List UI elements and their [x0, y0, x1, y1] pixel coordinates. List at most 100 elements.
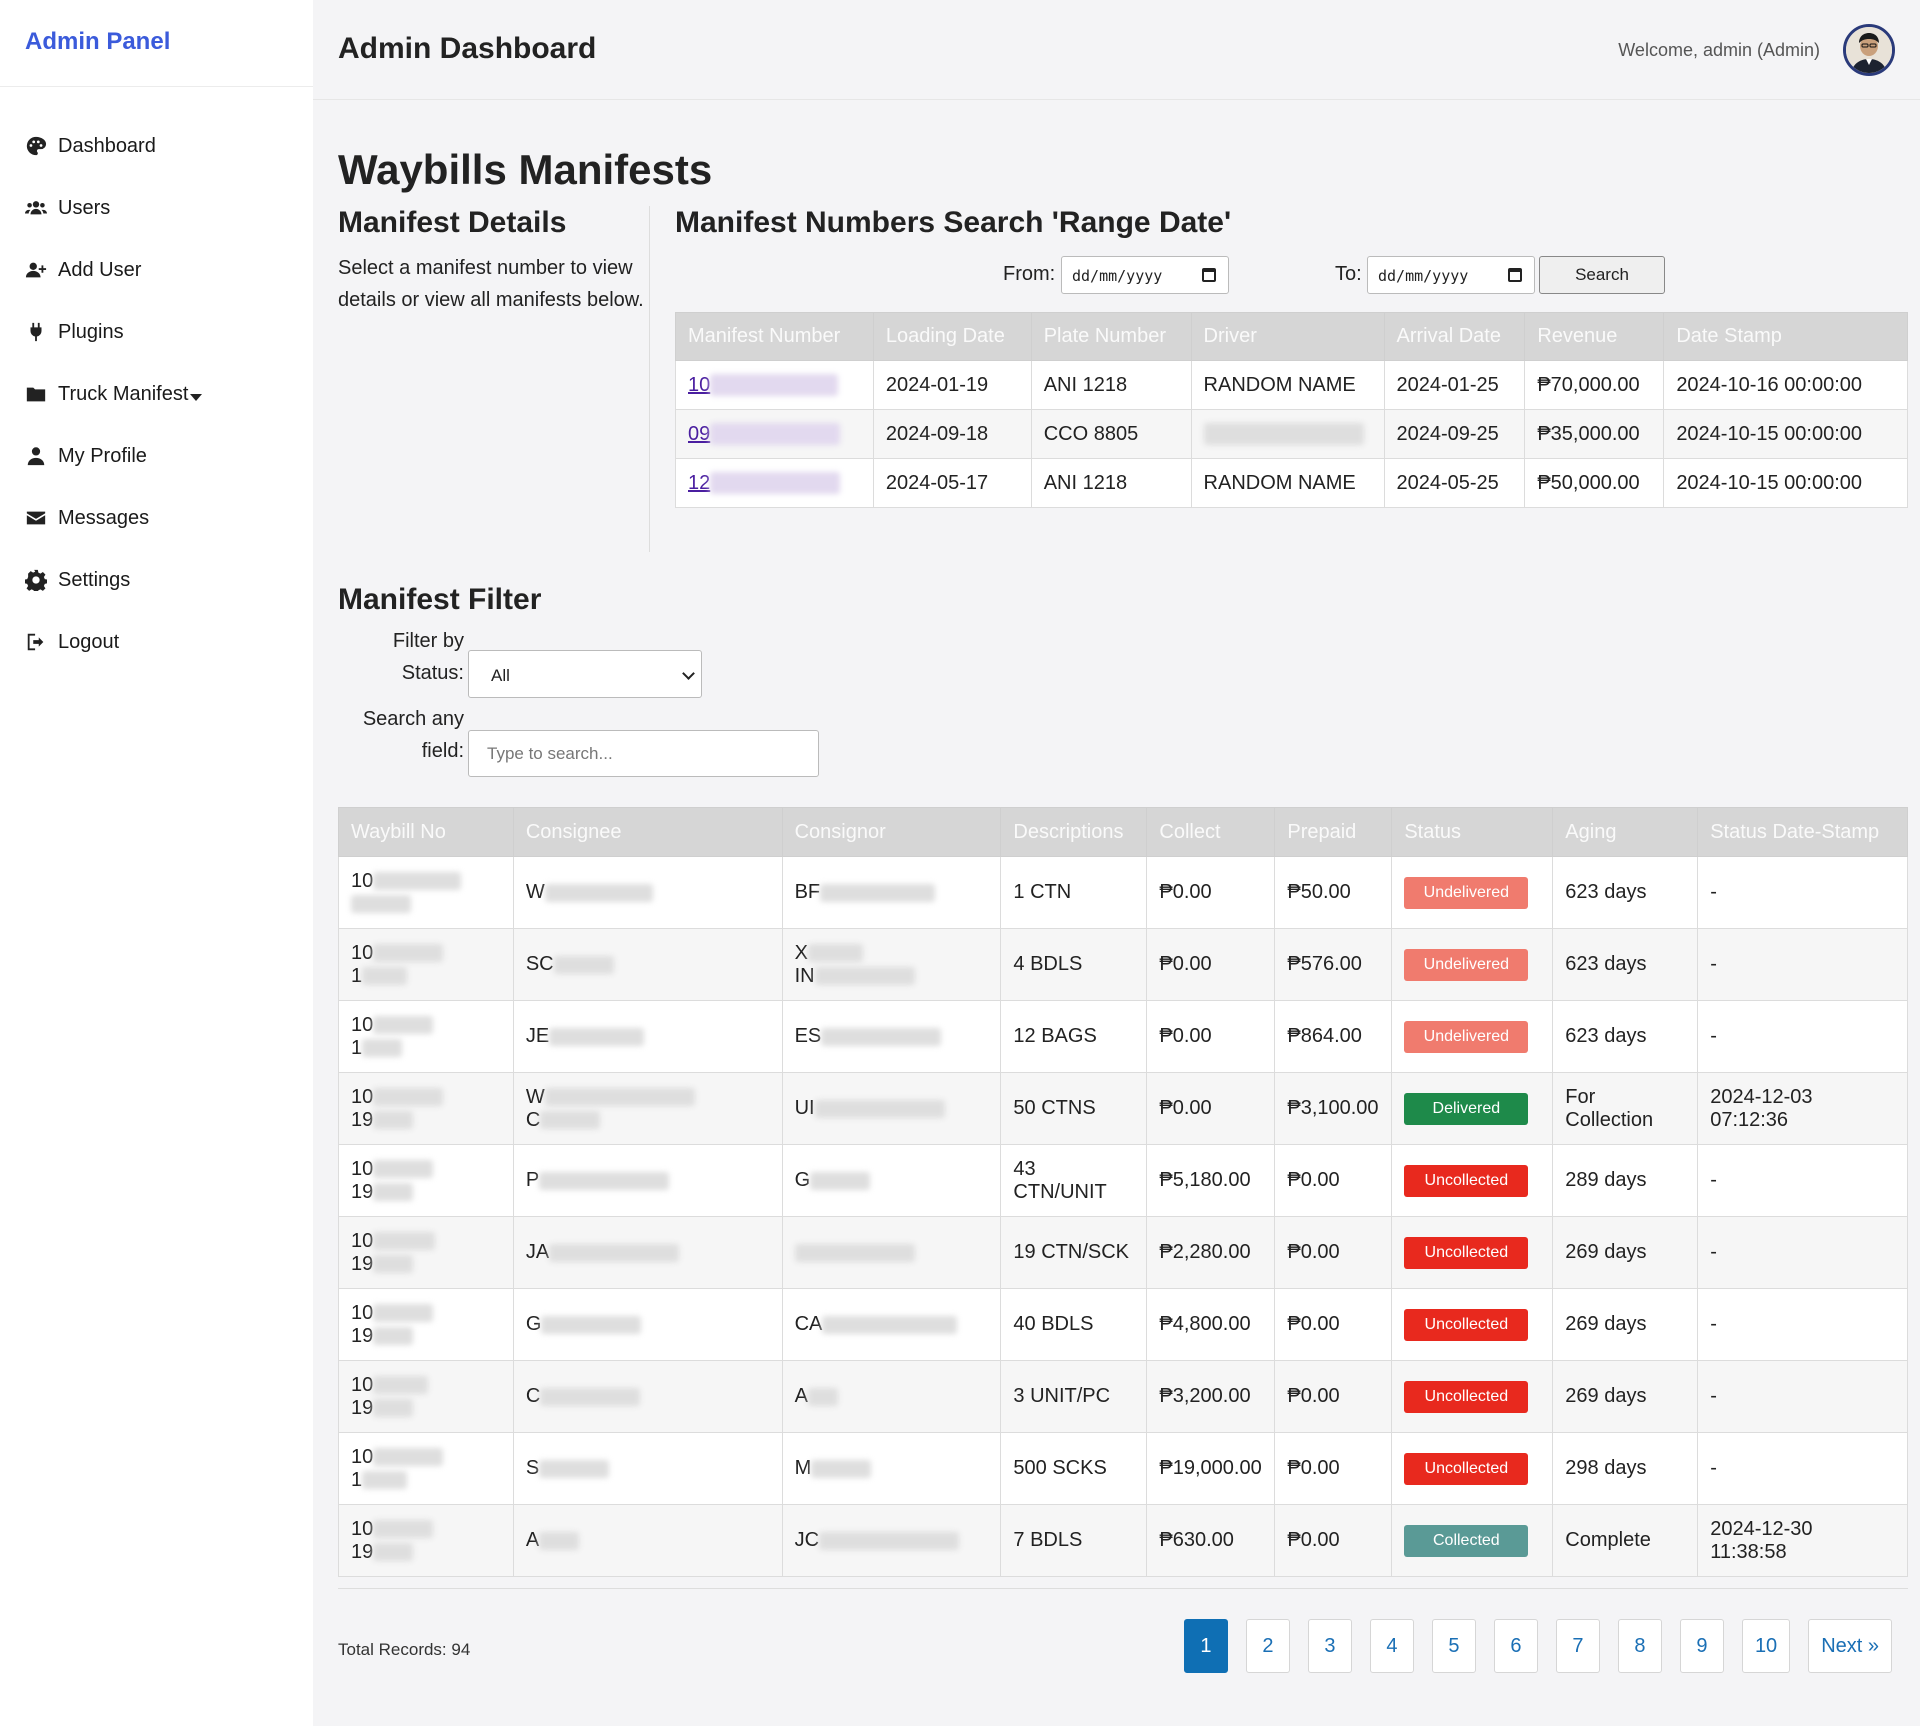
- manifest-link[interactable]: 10: [688, 374, 710, 396]
- sidebar-item-dashboard[interactable]: Dashboard: [0, 115, 313, 177]
- redacted-text: [373, 1255, 414, 1274]
- table-cell: 2024-09-18: [872, 409, 1032, 459]
- search-input[interactable]: [468, 730, 819, 777]
- table-row[interactable]: 10 19 A JC 7 BDLS ₱630.00 ₱0.00 Collected Comple…: [338, 1504, 1908, 1577]
- page-button-6[interactable]: 6: [1493, 1619, 1538, 1673]
- sidebar-item-my-profile[interactable]: My Profile: [0, 425, 313, 487]
- manifest-numbers-table: Manifest Number Loading Date Plate Numbe…: [675, 312, 1908, 508]
- waybill-no-cell[interactable]: 10 1: [338, 1432, 514, 1505]
- page-button-4[interactable]: 4: [1369, 1619, 1414, 1673]
- column-header[interactable]: Waybill No: [338, 807, 514, 857]
- cell-line: -: [1710, 1313, 1895, 1336]
- calendar-icon[interactable]: [1202, 268, 1216, 282]
- waybill-no-cell[interactable]: 10 19: [338, 1216, 514, 1289]
- waybill-no-cell[interactable]: 10 1: [338, 1000, 514, 1073]
- column-header[interactable]: Prepaid: [1274, 807, 1393, 857]
- cell-text: 623 days: [1565, 881, 1647, 903]
- brand-title[interactable]: Admin Panel: [0, 0, 313, 87]
- page-button-3[interactable]: 3: [1307, 1619, 1352, 1673]
- table-row[interactable]: 10 1 SC X IN 4 BDLS ₱0.00 ₱576.00 Undelivered 623…: [338, 928, 1908, 1001]
- section-divider: [649, 206, 650, 552]
- waybill-no-cell[interactable]: 10 19: [338, 1144, 514, 1217]
- manifest-number-cell[interactable]: 09: [675, 409, 874, 459]
- sidebar-item-users[interactable]: Users: [0, 177, 313, 239]
- column-header[interactable]: Status Date-Stamp: [1697, 807, 1908, 857]
- waybill-no-cell[interactable]: 10 19: [338, 1504, 514, 1577]
- column-header[interactable]: Aging: [1552, 807, 1699, 857]
- status-select[interactable]: All: [468, 650, 702, 698]
- table-cell: ₱50,000.00: [1524, 458, 1665, 508]
- column-header[interactable]: Status: [1391, 807, 1554, 857]
- column-header[interactable]: Plate Number: [1030, 312, 1192, 361]
- cell-line: C: [526, 1385, 770, 1408]
- page-button-1[interactable]: 1: [1183, 1619, 1228, 1673]
- column-header[interactable]: Collect: [1146, 807, 1276, 857]
- footer-divider: [338, 1588, 1908, 1589]
- table-row[interactable]: 10 19 W C UI 50 CTNS ₱0.00 ₱3,100.00 Delivered Fo…: [338, 1072, 1908, 1145]
- redacted-text: [549, 1027, 645, 1046]
- column-header[interactable]: Consignor: [781, 807, 1002, 857]
- range-date-search: Manifest Numbers Search 'Range Date' Fro…: [675, 206, 1908, 508]
- page-button-2[interactable]: 2: [1245, 1619, 1290, 1673]
- table-row[interactable]: 10 1 JE ES 12 BAGS ₱0.00 ₱864.00 Undelivered 623…: [338, 1000, 1908, 1073]
- cell-line: -: [1710, 1025, 1895, 1048]
- column-header[interactable]: Manifest Number: [675, 312, 874, 361]
- waybill-no-cell[interactable]: 10 19: [338, 1288, 514, 1361]
- manifest-number-cell[interactable]: 12: [675, 458, 874, 508]
- sidebar-item-settings[interactable]: Settings: [0, 549, 313, 611]
- page-button-7[interactable]: 7: [1555, 1619, 1600, 1673]
- table-cell: 2024-10-16 00:00:00: [1663, 360, 1908, 410]
- from-date-input[interactable]: dd/mm/yyyy: [1061, 256, 1229, 294]
- next-page-button[interactable]: Next »: [1808, 1619, 1892, 1673]
- collect-cell: ₱0.00: [1146, 856, 1276, 929]
- sidebar-nav: Dashboard Users Add User Plugins Truck M…: [0, 87, 313, 673]
- table-row[interactable]: 10 19 G CA 40 BDLS ₱4,800.00 ₱0.00 Uncollected 2…: [338, 1288, 1908, 1361]
- column-header[interactable]: Date Stamp: [1663, 312, 1908, 361]
- table-cell: ₱35,000.00: [1524, 409, 1665, 459]
- cell-line: -: [1710, 1241, 1895, 1264]
- cell-line: 289 days: [1565, 1169, 1685, 1192]
- column-header[interactable]: Arrival Date: [1383, 312, 1526, 361]
- cell-line: 10: [351, 1518, 501, 1541]
- sidebar-item-add-user[interactable]: Add User: [0, 239, 313, 301]
- manifest-link[interactable]: 09: [688, 423, 710, 445]
- page-button-5[interactable]: 5: [1431, 1619, 1476, 1673]
- table-row[interactable]: 10 1 S M 500 SCKS ₱19,000.00 ₱0.00 Uncollected 2…: [338, 1432, 1908, 1505]
- sidebar-item-logout[interactable]: Logout: [0, 611, 313, 673]
- table-row[interactable]: 10 W BF 1 CTN ₱0.00 ₱50.00 Undelivered 623 days…: [338, 856, 1908, 929]
- calendar-icon[interactable]: [1508, 268, 1522, 282]
- waybill-no-cell[interactable]: 10: [338, 856, 514, 929]
- column-header[interactable]: Loading Date: [872, 312, 1032, 361]
- sidebar-item-truck-manifest[interactable]: Truck Manifest: [0, 363, 313, 425]
- waybill-no-cell[interactable]: 10 19: [338, 1072, 514, 1145]
- sidebar-item-messages[interactable]: Messages: [0, 487, 313, 549]
- manifest-link[interactable]: 12: [688, 472, 710, 494]
- page-button-10[interactable]: 10: [1741, 1619, 1791, 1673]
- table-row[interactable]: 10 19 C A 3 UNIT/PC ₱3,200.00 ₱0.00 Uncollected…: [338, 1360, 1908, 1433]
- column-header[interactable]: Descriptions: [1000, 807, 1148, 857]
- aging-cell: 269 days: [1552, 1288, 1699, 1361]
- page-button-8[interactable]: 8: [1617, 1619, 1662, 1673]
- column-header[interactable]: Driver: [1190, 312, 1385, 361]
- column-header[interactable]: Revenue: [1524, 312, 1665, 361]
- sidebar-item-plugins[interactable]: Plugins: [0, 301, 313, 363]
- table-row[interactable]: 10 19 P G 43 CTN/UNIT ₱5,180.00 ₱0.00 Uncollecte…: [338, 1144, 1908, 1217]
- page-button-9[interactable]: 9: [1679, 1619, 1724, 1673]
- column-header[interactable]: Consignee: [512, 807, 783, 857]
- cell-line: 11:38:58: [1710, 1541, 1895, 1564]
- table-row[interactable]: 10 19 JA 19 CTN/SCK ₱2,280.00 ₱0.00 Uncollecte…: [338, 1216, 1908, 1289]
- status-select-value: All: [491, 666, 510, 685]
- cell-line: W: [526, 881, 770, 904]
- waybill-no-cell[interactable]: 10 19: [338, 1360, 514, 1433]
- search-button[interactable]: Search: [1539, 256, 1665, 294]
- cell-text: 10: [351, 869, 374, 892]
- description-cell: 19 CTN/SCK: [1000, 1216, 1148, 1289]
- cell-line: -: [1710, 881, 1895, 904]
- manifest-number-cell[interactable]: 10: [675, 360, 874, 410]
- redacted-text: [540, 1387, 641, 1406]
- table-cell: CCO 8805: [1030, 409, 1192, 459]
- description-cell: 500 SCKS: [1000, 1432, 1148, 1505]
- avatar[interactable]: [1843, 24, 1895, 76]
- to-date-input[interactable]: dd/mm/yyyy: [1367, 256, 1535, 294]
- waybill-no-cell[interactable]: 10 1: [338, 928, 514, 1001]
